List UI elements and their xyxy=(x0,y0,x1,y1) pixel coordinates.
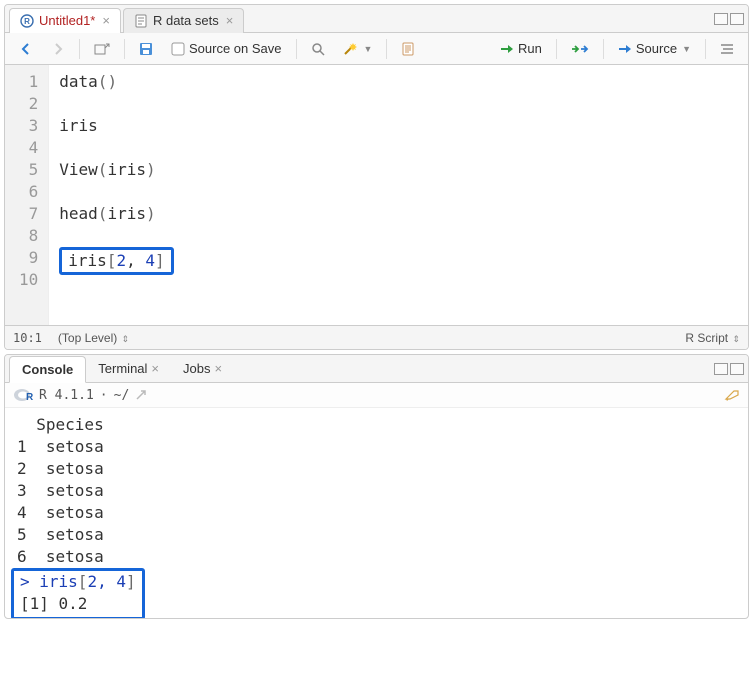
close-icon[interactable]: × xyxy=(151,361,159,376)
r-logo-icon: R xyxy=(13,387,33,403)
console-tab-console[interactable]: Console xyxy=(9,356,86,383)
source-label: Source xyxy=(636,41,677,56)
compile-report-button[interactable] xyxy=(395,39,421,59)
svg-text:R: R xyxy=(26,392,33,403)
code-content[interactable]: data() iris View(iris) head(iris) iris[2… xyxy=(49,65,748,325)
toolbar-separator xyxy=(386,39,387,59)
r-file-icon: R xyxy=(20,14,34,28)
show-in-new-window-button[interactable] xyxy=(88,39,116,59)
find-button[interactable] xyxy=(305,39,331,59)
source-button[interactable]: Source ▼ xyxy=(612,38,697,59)
close-icon[interactable]: × xyxy=(102,13,110,28)
console-pane: Console Terminal× Jobs× R R 4.1.1 · ~/ S… xyxy=(4,354,749,619)
editor-window-controls xyxy=(714,13,744,25)
working-directory[interactable]: ~/ xyxy=(114,388,130,403)
checkbox-icon xyxy=(171,42,185,56)
editor-tab-r-data-sets[interactable]: R data sets × xyxy=(123,8,244,33)
console-window-controls xyxy=(714,363,744,375)
minimize-icon[interactable] xyxy=(714,363,728,375)
close-icon[interactable]: × xyxy=(214,361,222,376)
toolbar-separator xyxy=(79,39,80,59)
toolbar-separator xyxy=(296,39,297,59)
svg-text:R: R xyxy=(24,17,30,26)
console-info-bar: R R 4.1.1 · ~/ xyxy=(5,383,748,408)
toolbar-separator xyxy=(124,39,125,59)
toolbar-separator xyxy=(705,39,706,59)
outline-button[interactable] xyxy=(714,40,740,58)
language-selector[interactable]: R Script ⇕ xyxy=(685,331,740,345)
run-button[interactable]: Run xyxy=(494,38,548,59)
close-icon[interactable]: × xyxy=(226,13,234,28)
code-editor[interactable]: 12345678910 data() iris View(iris) head(… xyxy=(5,65,748,325)
maximize-icon[interactable] xyxy=(730,363,744,375)
toolbar-separator xyxy=(556,39,557,59)
r-version: R 4.1.1 xyxy=(39,388,94,403)
maximize-icon[interactable] xyxy=(730,13,744,25)
minimize-icon[interactable] xyxy=(714,13,728,25)
toolbar-separator xyxy=(603,39,604,59)
popup-icon[interactable] xyxy=(135,389,147,401)
line-number-gutter: 12345678910 xyxy=(5,65,49,325)
editor-pane: R Untitled1* × R data sets × xyxy=(4,4,749,350)
save-button[interactable] xyxy=(133,39,159,59)
source-on-save-label: Source on Save xyxy=(189,41,282,56)
back-button[interactable] xyxy=(13,39,39,59)
clear-console-button[interactable] xyxy=(724,388,740,402)
rerun-button[interactable] xyxy=(565,40,595,58)
chevron-down-icon: ▼ xyxy=(364,44,373,54)
editor-toolbar: Source on Save ▼ Run Source ▼ xyxy=(5,33,748,65)
cursor-position: 10:1 xyxy=(13,331,42,345)
scope-selector[interactable]: (Top Level) ⇕ xyxy=(58,331,129,345)
forward-button[interactable] xyxy=(45,39,71,59)
console-output[interactable]: Species 1 setosa 2 setosa 3 setosa 4 set… xyxy=(5,408,748,618)
editor-tab-untitled1[interactable]: R Untitled1* × xyxy=(9,8,121,33)
chevron-down-icon: ▼ xyxy=(682,44,691,54)
editor-tab-label: R data sets xyxy=(153,13,219,28)
editor-tab-bar: R Untitled1* × R data sets × xyxy=(5,5,748,33)
run-label: Run xyxy=(518,41,542,56)
source-on-save-toggle[interactable]: Source on Save xyxy=(165,38,288,59)
editor-status-bar: 10:1 (Top Level) ⇕ R Script ⇕ xyxy=(5,325,748,349)
console-tab-jobs[interactable]: Jobs× xyxy=(171,356,234,381)
console-tab-bar: Console Terminal× Jobs× xyxy=(5,355,748,383)
editor-tab-label: Untitled1* xyxy=(39,13,95,28)
text-file-icon xyxy=(134,14,148,28)
code-tools-button[interactable]: ▼ xyxy=(337,39,379,59)
console-tab-terminal[interactable]: Terminal× xyxy=(86,356,171,381)
